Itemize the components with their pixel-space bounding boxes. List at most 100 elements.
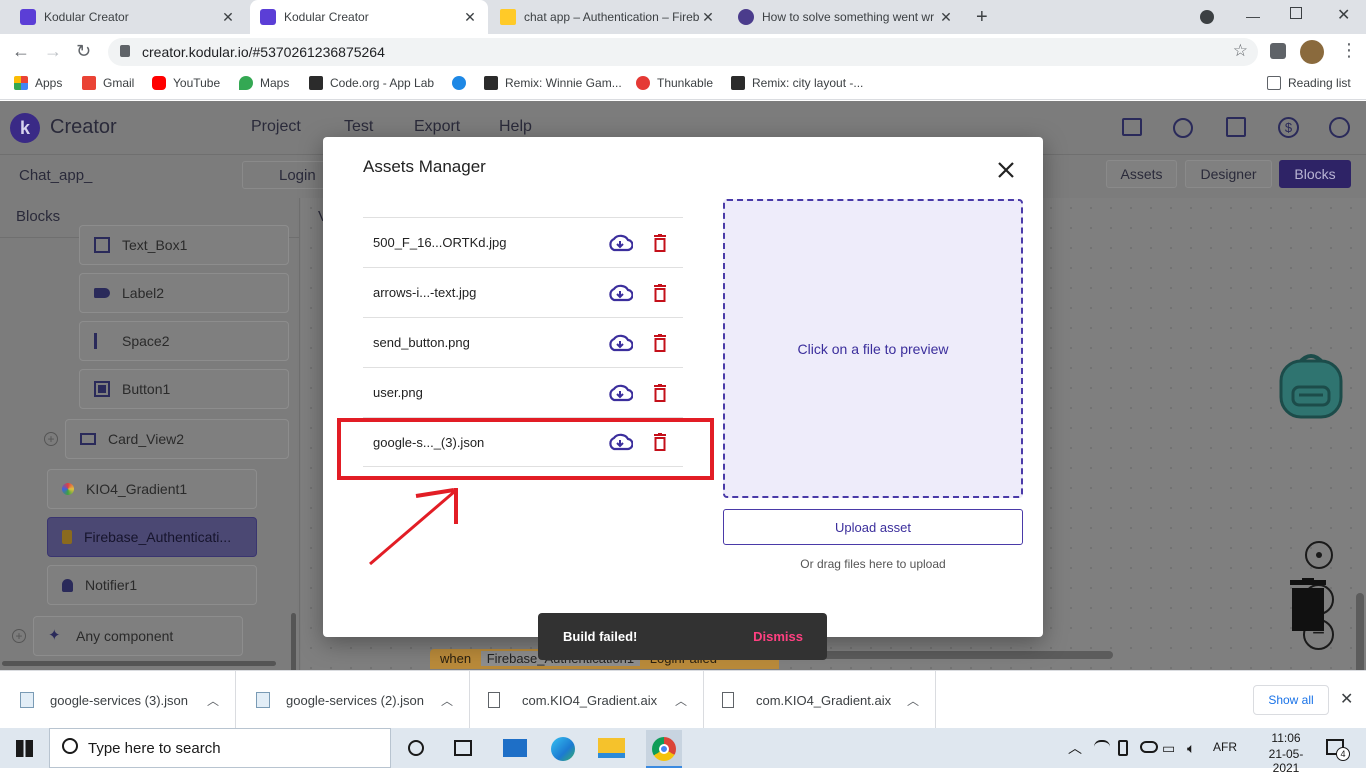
- bookmark-remix-winnie[interactable]: Remix: Winnie Gam...: [484, 76, 622, 90]
- component-card-view2[interactable]: Card_View2: [65, 419, 289, 459]
- library-icon[interactable]: [1226, 117, 1246, 137]
- palette-icon[interactable]: [1173, 118, 1193, 138]
- cortana-icon[interactable]: [408, 740, 424, 756]
- back-icon[interactable]: ←: [12, 41, 30, 62]
- expand-icon[interactable]: +: [44, 432, 58, 446]
- horizontal-scrollbar[interactable]: [2, 661, 276, 666]
- reading-list-button[interactable]: Reading list: [1267, 76, 1351, 90]
- chrome-menu-icon[interactable]: ⋮: [1340, 40, 1358, 61]
- close-window-icon[interactable]: ✕: [1337, 5, 1350, 25]
- file-explorer-icon[interactable]: [598, 738, 625, 758]
- show-all-button[interactable]: Show all: [1253, 685, 1329, 715]
- menu-project[interactable]: Project: [251, 118, 301, 136]
- mail-icon[interactable]: [503, 739, 527, 757]
- wifi-icon[interactable]: [1094, 740, 1110, 754]
- new-tab-icon[interactable]: +: [976, 6, 988, 29]
- component-button1[interactable]: Button1: [79, 369, 289, 409]
- dollar-icon[interactable]: $: [1278, 117, 1299, 138]
- taskbar-search-box[interactable]: Type here to search: [49, 728, 391, 768]
- delete-icon[interactable]: [653, 283, 673, 302]
- omnibox[interactable]: creator.kodular.io/#5370261236875264 ☆: [108, 38, 1258, 66]
- chrome-taskbar-button[interactable]: [646, 730, 682, 768]
- component-space2[interactable]: Space2: [79, 321, 289, 361]
- asset-row[interactable]: 500_F_16...ORTKd.jpg: [363, 217, 683, 267]
- file-preview-dropzone[interactable]: Click on a file to preview: [723, 199, 1023, 498]
- bookmark-maps[interactable]: Maps: [239, 76, 289, 90]
- cloud-download-icon[interactable]: [607, 284, 637, 302]
- browser-tab[interactable]: How to solve something went wr ✕: [728, 0, 964, 34]
- windows-start-icon[interactable]: [16, 740, 33, 757]
- menu-test[interactable]: Test: [344, 118, 373, 136]
- bookmark-youtube[interactable]: YouTube: [152, 76, 220, 90]
- screen-selector[interactable]: Login: [242, 161, 332, 189]
- download-item[interactable]: google-services (3).json ︿: [0, 671, 236, 729]
- dismiss-button[interactable]: Dismiss: [753, 629, 803, 644]
- browser-tab-active[interactable]: Kodular Creator ✕: [250, 0, 488, 34]
- close-tab-icon[interactable]: ✕: [938, 9, 954, 26]
- bookmark-firefox[interactable]: [452, 76, 473, 90]
- notification-icon[interactable]: 4: [1326, 739, 1350, 761]
- bookmark-codeorg[interactable]: Code.org - App Lab: [309, 76, 434, 90]
- profile-avatar[interactable]: [1300, 40, 1324, 64]
- close-downloads-icon[interactable]: ✕: [1340, 689, 1353, 709]
- component-label2[interactable]: Label2: [79, 273, 289, 313]
- tab-designer[interactable]: Designer: [1185, 160, 1272, 188]
- browser-tab[interactable]: chat app – Authentication – Fireb ✕: [490, 0, 726, 34]
- close-tab-icon[interactable]: ✕: [220, 9, 236, 26]
- restore-icon[interactable]: [1290, 7, 1302, 19]
- tab-blocks[interactable]: Blocks: [1279, 160, 1351, 188]
- component-notifier1[interactable]: Notifier1: [47, 565, 257, 605]
- delete-icon[interactable]: [653, 333, 673, 352]
- minimize-icon[interactable]: —: [1246, 8, 1260, 24]
- asset-row[interactable]: arrows-i...-text.jpg: [363, 267, 683, 317]
- delete-icon[interactable]: [653, 233, 673, 252]
- battery-icon[interactable]: [1118, 740, 1128, 756]
- cloud-download-icon[interactable]: [607, 384, 637, 402]
- asset-row[interactable]: user.png: [363, 367, 683, 417]
- download-item[interactable]: com.KIO4_Gradient.aix ︿: [704, 671, 936, 729]
- cloud-download-icon[interactable]: [607, 334, 637, 352]
- bookmark-apps[interactable]: Apps: [14, 76, 62, 90]
- chevron-up-icon[interactable]: ︿: [441, 692, 453, 709]
- expand-icon[interactable]: +: [12, 629, 26, 643]
- upload-asset-button[interactable]: Upload asset: [723, 509, 1023, 545]
- edge-icon[interactable]: [551, 737, 575, 761]
- clock[interactable]: 11:06 21-05-2021: [1256, 731, 1316, 775]
- language-indicator[interactable]: AFR: [1213, 740, 1237, 754]
- close-icon[interactable]: [997, 161, 1015, 179]
- chevron-up-icon[interactable]: ︿: [675, 692, 687, 709]
- component-kio4-gradient1[interactable]: KIO4_Gradient1: [47, 469, 257, 509]
- cloud-icon[interactable]: [1140, 741, 1158, 753]
- trash-icon[interactable]: [1288, 578, 1328, 631]
- close-tab-icon[interactable]: ✕: [462, 9, 478, 26]
- menu-export[interactable]: Export: [414, 118, 460, 136]
- network-icon[interactable]: ▭: [1162, 740, 1175, 757]
- cloud-download-icon[interactable]: [607, 234, 637, 252]
- chevron-up-icon[interactable]: ︿: [207, 692, 219, 709]
- reload-icon[interactable]: ↻: [76, 41, 91, 62]
- delete-icon[interactable]: [653, 383, 673, 402]
- folder-star-icon[interactable]: [1122, 118, 1142, 136]
- download-item[interactable]: google-services (2).json ︿: [236, 671, 470, 729]
- task-view-icon[interactable]: [454, 740, 472, 756]
- bookmark-star-icon[interactable]: ☆: [1233, 41, 1248, 61]
- recenter-icon[interactable]: [1305, 541, 1333, 569]
- volume-icon[interactable]: 🔈︎: [1187, 740, 1195, 757]
- chevron-up-icon[interactable]: ︿: [1068, 738, 1082, 758]
- component-text-box1[interactable]: Text_Box1: [79, 225, 289, 265]
- download-item[interactable]: com.KIO4_Gradient.aix ︿: [470, 671, 704, 729]
- close-tab-icon[interactable]: ✕: [700, 9, 716, 26]
- forward-icon[interactable]: →: [44, 41, 62, 62]
- chevron-up-icon[interactable]: ︿: [907, 692, 919, 709]
- backpack-icon[interactable]: [1279, 349, 1343, 419]
- menu-help[interactable]: Help: [499, 118, 532, 136]
- bookmark-thunkable[interactable]: Thunkable: [636, 76, 713, 90]
- component-firebase-authentication[interactable]: Firebase_Authenticati...: [47, 517, 257, 557]
- tab-assets[interactable]: Assets: [1106, 160, 1177, 188]
- extensions-icon[interactable]: [1270, 43, 1286, 59]
- bookmark-remix-city[interactable]: Remix: city layout -...: [731, 76, 863, 90]
- browser-tab[interactable]: Kodular Creator ✕: [10, 0, 246, 34]
- bookmark-gmail[interactable]: Gmail: [82, 76, 134, 90]
- tab-search-icon[interactable]: [1200, 10, 1214, 24]
- component-any-component[interactable]: ✦ Any component: [33, 616, 243, 656]
